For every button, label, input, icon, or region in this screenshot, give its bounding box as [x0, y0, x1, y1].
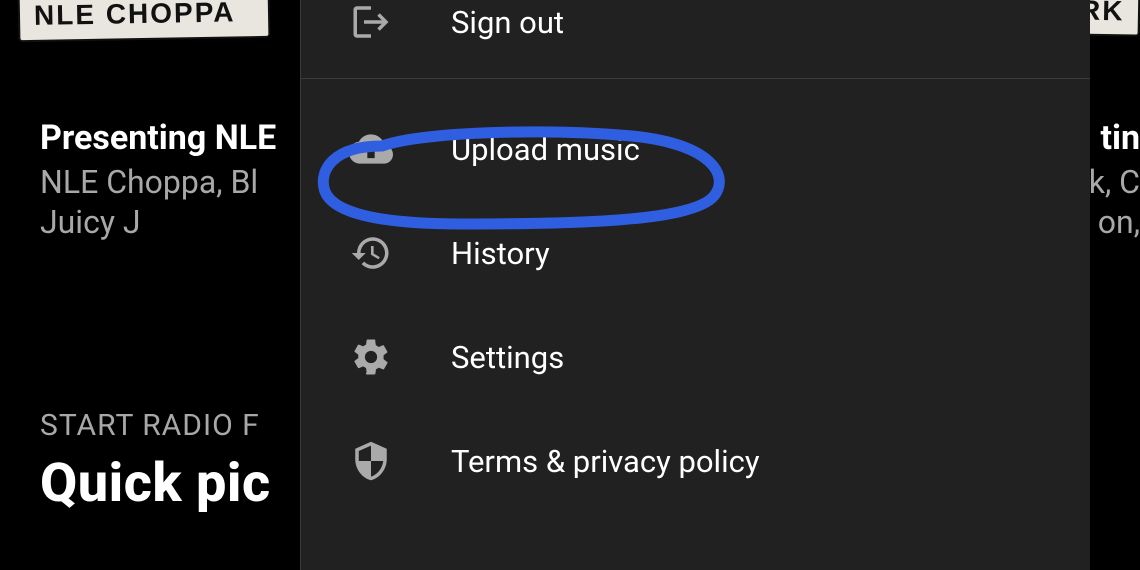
playlist-title-right: tin	[1100, 118, 1140, 158]
artist-card-left-label: NLE CHOPPA	[34, 0, 236, 32]
account-menu-panel: Sign out Upload music History Settings T…	[300, 0, 1090, 570]
menu-item-upload-music[interactable]: Upload music	[301, 97, 1090, 201]
playlist-artists-right: k, C on,	[1089, 162, 1140, 242]
menu-item-upload-music-label: Upload music	[451, 131, 640, 168]
history-icon	[349, 231, 393, 275]
gear-icon	[349, 335, 393, 379]
menu-divider	[301, 78, 1090, 79]
playlist-title-left: Presenting NLE	[40, 118, 276, 158]
menu-item-settings[interactable]: Settings	[301, 305, 1090, 409]
artist-card-left[interactable]: NLE CHOPPA	[18, 0, 271, 42]
playlist-artists-left-line1: NLE Choppa, Bl	[40, 162, 258, 202]
sign-out-icon	[349, 0, 393, 44]
playlist-artists-right-line2: on,	[1089, 202, 1140, 242]
cloud-upload-icon	[349, 127, 393, 171]
playlist-artists-left-line2: Juicy J	[40, 202, 258, 242]
shield-icon	[349, 439, 393, 483]
playlist-artists-right-line1: k, C	[1089, 162, 1140, 202]
start-radio-label: START RADIO F	[40, 408, 260, 443]
menu-item-sign-out-label: Sign out	[451, 4, 564, 41]
menu-item-terms[interactable]: Terms & privacy policy	[301, 409, 1090, 513]
menu-item-history[interactable]: History	[301, 201, 1090, 305]
menu-item-sign-out[interactable]: Sign out	[301, 0, 1090, 74]
playlist-artists-left: NLE Choppa, Bl Juicy J	[40, 162, 258, 242]
menu-item-settings-label: Settings	[451, 339, 564, 376]
menu-item-history-label: History	[451, 235, 550, 272]
quick-picks-heading: Quick pic	[40, 452, 271, 515]
menu-item-terms-label: Terms & privacy policy	[451, 443, 760, 480]
